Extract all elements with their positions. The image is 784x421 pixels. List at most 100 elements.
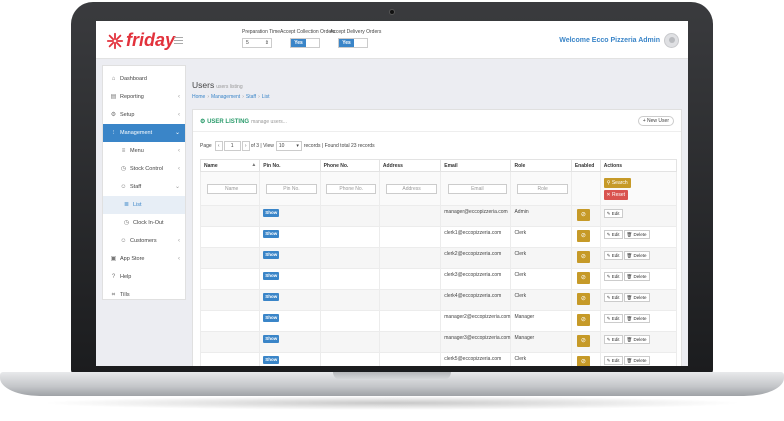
pager-prev-button[interactable]: ‹ (214, 141, 223, 151)
pager-per-page-select[interactable]: 10 (275, 141, 302, 151)
delete-button[interactable]: 🗑 Delete (623, 230, 650, 239)
column-header-name[interactable]: Name ▲ (199, 159, 261, 172)
show-pin-button[interactable]: Show (263, 209, 280, 217)
sidebar-item-help[interactable]: ? Help (103, 268, 185, 286)
show-pin-button[interactable]: Show (263, 314, 280, 322)
sidebar-item-app-store[interactable]: ▣ App Store ‹ (103, 250, 185, 268)
phone-filter-input[interactable]: Phone No. (326, 183, 377, 194)
enabled-toggle-button[interactable]: ⊘ (576, 314, 590, 326)
enabled-toggle-button[interactable]: ⊘ (576, 230, 590, 242)
name-filter-input[interactable]: Name (206, 183, 257, 194)
address-filter-input[interactable]: Address (385, 183, 438, 194)
sidebar-item-dashboard[interactable]: ⌂ Dashboard (103, 70, 185, 88)
pencil-icon: ✎ (606, 316, 611, 321)
avatar[interactable] (664, 33, 679, 48)
sidebar-item-reporting[interactable]: ▤ Reporting ‹ (103, 88, 185, 106)
show-pin-button[interactable]: Show (263, 251, 280, 259)
sidebar-item-tills[interactable]: ⌗ Tills (103, 286, 185, 304)
email-filter-input[interactable]: Email (447, 183, 508, 194)
search-button[interactable]: ⚲ Search (603, 177, 631, 188)
trash-icon: 🗑 (626, 274, 633, 279)
settings-icon: ⚙ (200, 119, 206, 125)
edit-button[interactable]: ✎ Edit (603, 356, 623, 365)
sidebar-item-list[interactable]: ≣ List (103, 196, 185, 214)
enabled-toggle-button[interactable]: ⊘ (576, 272, 590, 284)
pager-next-button[interactable]: › (241, 141, 250, 151)
role-filter-input[interactable]: Role (517, 183, 568, 194)
hamburger-menu-icon[interactable] (174, 37, 183, 44)
sidebar-item-label: Clock In-Out (133, 220, 164, 226)
sidebar-item-clock-in-out[interactable]: ◷ Clock In-Out (103, 214, 185, 232)
close-icon: ✕ (606, 191, 611, 198)
phone-cell (319, 205, 380, 227)
delete-button[interactable]: 🗑 Delete (623, 335, 650, 344)
column-header-role[interactable]: Role (510, 159, 572, 172)
sidebar-item-management[interactable]: ⫶ Management ⌄ (103, 124, 185, 142)
table-row[interactable]: Show clerk3@eccopizzeria.com Clerk ⊘ ✎ Edit 🗑… (199, 268, 678, 290)
delete-button[interactable]: 🗑 Delete (623, 272, 650, 281)
column-header-email[interactable]: Email (440, 159, 512, 172)
pager-page-input[interactable]: 1 (223, 141, 241, 151)
breadcrumb-home[interactable]: Home (192, 94, 205, 100)
sort-asc-icon[interactable]: ▲ (251, 162, 256, 168)
sidebar-item-setup[interactable]: ⚙ Setup ‹ (103, 106, 185, 124)
enabled-toggle-button[interactable]: ⊘ (576, 356, 590, 366)
sidebar-item-customers[interactable]: ☺ Customers ‹ (103, 232, 185, 250)
help-icon: ? (111, 274, 116, 280)
enabled-toggle-button[interactable]: ⊘ (576, 335, 590, 347)
table-row[interactable]: Show manager3@eccopizzeria.com Manager ⊘ ✎ E… (199, 331, 678, 353)
table-row[interactable]: Show clerk5@eccopizzeria.com Clerk ⊘ ✎ Edit 🗑… (199, 352, 678, 366)
name-cell (199, 247, 261, 269)
table-row[interactable]: Show clerk1@eccopizzeria.com Clerk ⊘ ✎ Edit 🗑… (199, 226, 678, 248)
sidebar-item-staff[interactable]: ☺ Staff ⌄ (103, 178, 185, 196)
enabled-toggle-button[interactable]: ⊘ (576, 293, 590, 305)
accept-collection-toggle[interactable]: Yes (290, 38, 320, 48)
preparation-time-select[interactable]: 5 ⇕ (242, 38, 272, 48)
role-cell: Manager (510, 310, 572, 332)
delete-button[interactable]: 🗑 Delete (623, 293, 650, 302)
delete-button[interactable]: 🗑 Delete (623, 314, 650, 323)
show-pin-button[interactable]: Show (263, 272, 280, 280)
welcome-text[interactable]: Welcome Ecco Pizzeria Admin (559, 37, 660, 44)
delete-button[interactable]: 🗑 Delete (623, 251, 650, 260)
sidebar-item-menu[interactable]: ≡ Menu ‹ (103, 142, 185, 160)
column-header-address[interactable]: Address (378, 159, 442, 172)
email-cell: clerk2@eccopizzeria.com (440, 247, 512, 269)
brand-logo[interactable]: friday (106, 30, 175, 51)
show-pin-button[interactable]: Show (263, 230, 280, 238)
reset-button[interactable]: ✕ Reset (603, 189, 628, 200)
edit-button[interactable]: ✎ Edit (603, 272, 623, 281)
user-icon: ☺ (120, 184, 127, 190)
accept-delivery-toggle[interactable]: Yes (338, 38, 368, 48)
table-row[interactable]: Show clerk2@eccopizzeria.com Clerk ⊘ ✎ Edit 🗑… (199, 247, 678, 269)
table-row[interactable]: Show clerk4@eccopizzeria.com Clerk ⊘ ✎ Edit 🗑… (199, 289, 678, 311)
edit-button[interactable]: ✎ Edit (603, 335, 623, 344)
column-header-phone[interactable]: Phone No. (319, 159, 380, 172)
breadcrumb-management[interactable]: Management (211, 94, 240, 100)
column-header-enabled[interactable]: Enabled (570, 159, 601, 172)
breadcrumb-list[interactable]: List (262, 94, 270, 100)
edit-button[interactable]: ✎ Edit (603, 209, 623, 218)
edit-label: Edit (611, 232, 620, 237)
new-user-button[interactable]: + New User (637, 116, 674, 126)
pin-cell: Show (259, 268, 321, 290)
table-row[interactable]: Show manager2@eccopizzeria.com Manager ⊘ ✎ E… (199, 310, 678, 332)
column-header-pin[interactable]: Pin No. (259, 159, 321, 172)
show-pin-button[interactable]: Show (263, 293, 280, 301)
show-pin-button[interactable]: Show (263, 356, 280, 364)
filter-cell: Phone No. (319, 171, 380, 206)
show-pin-button[interactable]: Show (263, 335, 280, 343)
breadcrumb-staff[interactable]: Staff (246, 94, 256, 100)
enabled-toggle-button[interactable]: ⊘ (576, 251, 590, 263)
edit-button[interactable]: ✎ Edit (603, 251, 623, 260)
pin-filter-input[interactable]: Pin No. (266, 183, 317, 194)
gear-icon: ⚙ (110, 112, 117, 118)
accept-delivery-control: Accept Delivery Orders Yes (330, 29, 381, 48)
edit-button[interactable]: ✎ Edit (603, 293, 623, 302)
delete-button[interactable]: 🗑 Delete (623, 356, 650, 365)
enabled-toggle-button[interactable]: ⊘ (576, 209, 590, 221)
edit-button[interactable]: ✎ Edit (603, 314, 623, 323)
table-row[interactable]: Show manager@eccopizzeria.com Admin ⊘ ✎ Edit (199, 205, 678, 227)
edit-button[interactable]: ✎ Edit (603, 230, 623, 239)
sidebar-item-stock-control[interactable]: ◷ Stock Control ‹ (103, 160, 185, 178)
